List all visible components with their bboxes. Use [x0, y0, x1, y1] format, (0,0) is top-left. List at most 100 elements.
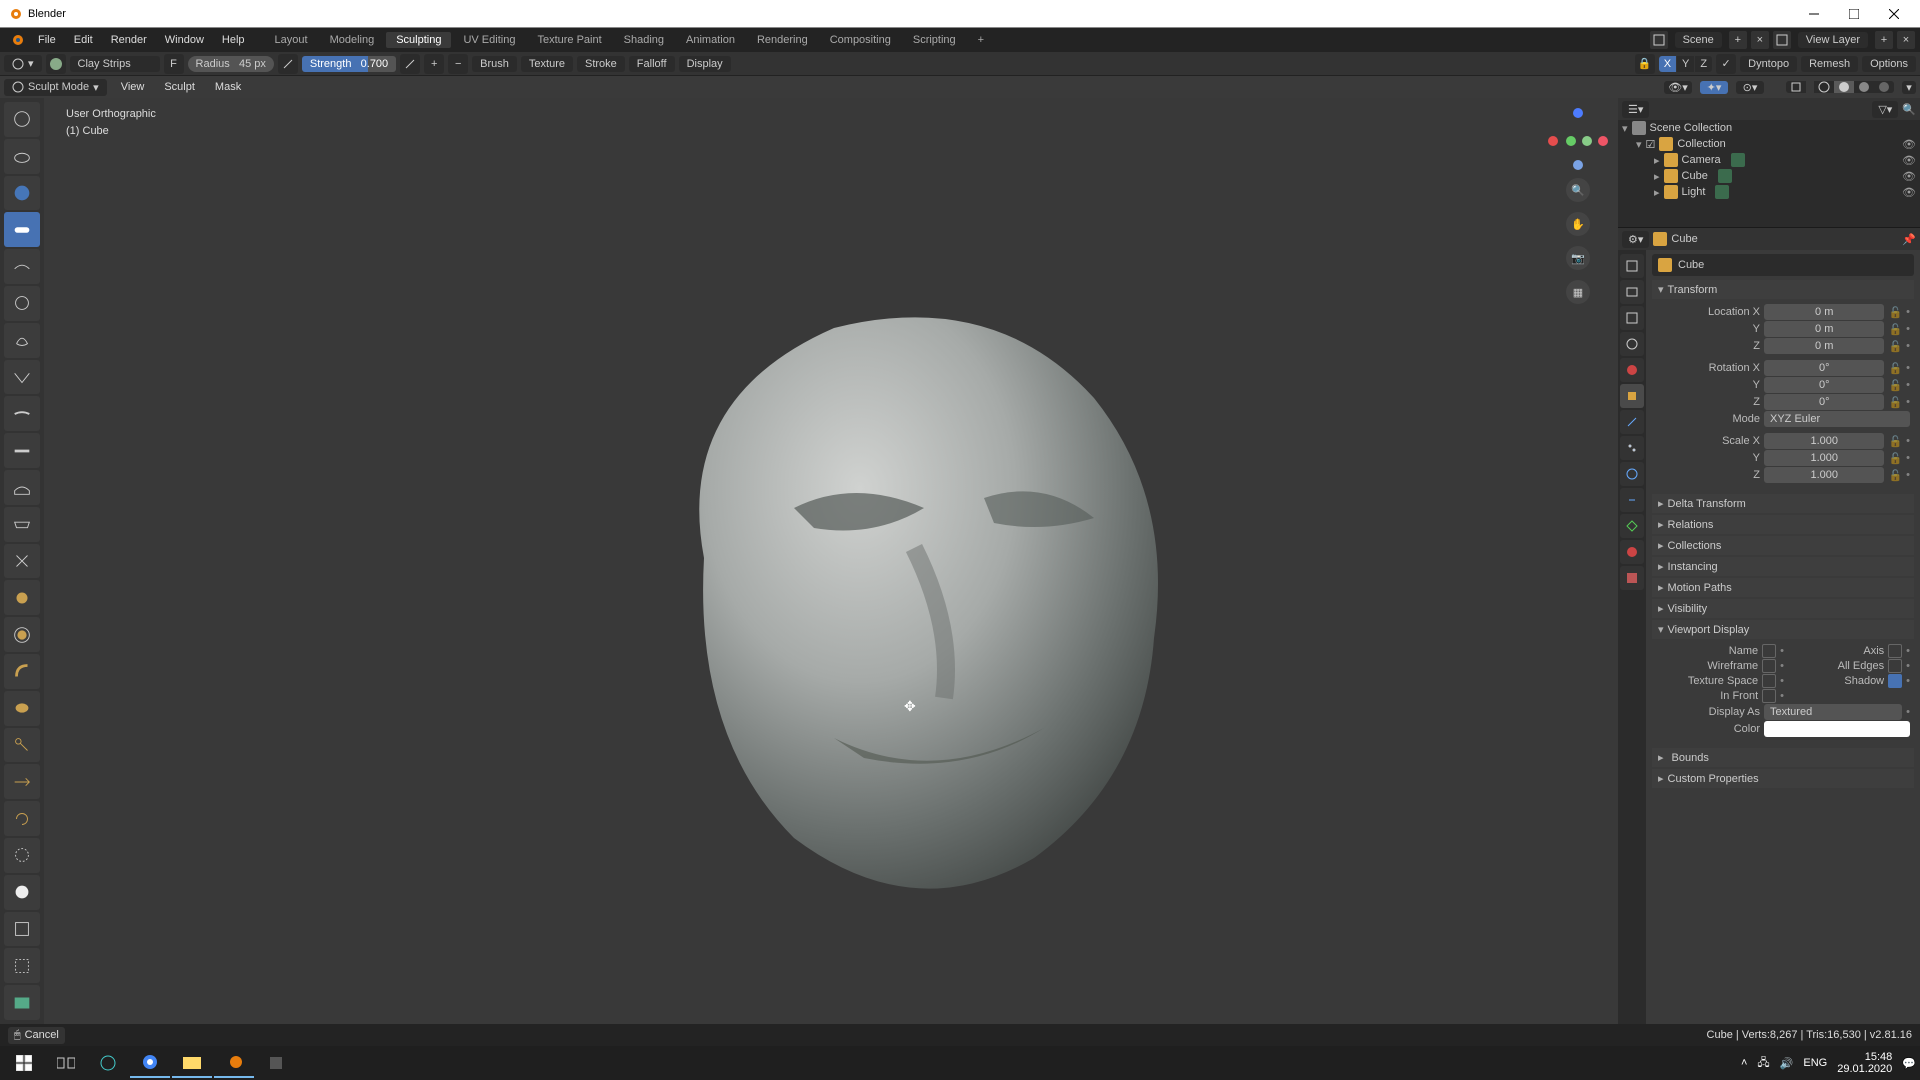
taskbar-edge[interactable]: [88, 1048, 128, 1078]
workspace-uvediting[interactable]: UV Editing: [453, 32, 525, 48]
ptab-mesh[interactable]: [1620, 514, 1644, 538]
location-x-field[interactable]: 0 m: [1764, 304, 1884, 320]
workspace-add[interactable]: +: [968, 32, 994, 48]
tool-box-mask[interactable]: [4, 912, 40, 947]
scale-y-field[interactable]: 1.000: [1764, 450, 1884, 466]
tool-scrape[interactable]: [4, 507, 40, 542]
panel-relations[interactable]: ▸Relations: [1652, 515, 1914, 534]
tray-volume-icon[interactable]: 🔊: [1780, 1057, 1794, 1070]
nav-zoom-icon[interactable]: 🔍: [1566, 178, 1590, 202]
remesh-dropdown[interactable]: Remesh: [1801, 56, 1858, 72]
options-dropdown[interactable]: Options: [1862, 56, 1916, 72]
outliner-scene-collection[interactable]: ▾Scene Collection: [1618, 120, 1920, 136]
rotation-mode-field[interactable]: XYZ Euler: [1764, 411, 1910, 427]
gizmo-x-neg-icon[interactable]: [1548, 136, 1558, 146]
rotation-x-field[interactable]: 0°: [1764, 360, 1884, 376]
vd-wireframe-checkbox[interactable]: [1762, 659, 1776, 673]
panel-delta-transform[interactable]: ▸Delta Transform: [1652, 494, 1914, 513]
workspace-modeling[interactable]: Modeling: [320, 32, 385, 48]
tool-mesh-filter[interactable]: [4, 985, 40, 1020]
outliner-item-light[interactable]: ▸Light👁: [1618, 184, 1920, 200]
taskbar-chrome[interactable]: [130, 1048, 170, 1078]
panel-motion-paths[interactable]: ▸Motion Paths: [1652, 578, 1914, 597]
radius-pressure-icon[interactable]: [278, 54, 298, 74]
lock-icon[interactable]: 🔓: [1888, 396, 1902, 409]
ptab-physics[interactable]: [1620, 462, 1644, 486]
brush-preview-icon[interactable]: [46, 54, 66, 74]
panel-custom-properties[interactable]: ▸Custom Properties: [1652, 769, 1914, 788]
taskbar-blender[interactable]: [214, 1048, 254, 1078]
workspace-shading[interactable]: Shading: [614, 32, 674, 48]
ptab-object[interactable]: [1620, 384, 1644, 408]
ptab-modifiers[interactable]: [1620, 410, 1644, 434]
maximize-button[interactable]: [1834, 0, 1874, 28]
panel-bounds[interactable]: ▸Bounds: [1652, 748, 1914, 767]
ptab-viewlayer[interactable]: [1620, 306, 1644, 330]
tool-elastic[interactable]: [4, 617, 40, 652]
nav-camera-icon[interactable]: 📷: [1566, 246, 1590, 270]
lock-icon[interactable]: 🔓: [1888, 469, 1902, 482]
xray-toggle-icon[interactable]: [1786, 81, 1806, 93]
nav-gizmo[interactable]: [1548, 108, 1608, 168]
nav-pan-icon[interactable]: ✋: [1566, 212, 1590, 236]
radius-slider[interactable]: Radius 45 px: [188, 56, 274, 72]
ptab-render[interactable]: [1620, 254, 1644, 278]
mirror-axis-toggle[interactable]: X Y Z: [1659, 56, 1712, 72]
gizmo-z-neg-icon[interactable]: [1573, 160, 1583, 170]
eye-icon[interactable]: 👁: [1902, 186, 1916, 199]
cancel-button[interactable]: 🖱Cancel: [8, 1027, 65, 1044]
falloff-menu[interactable]: Falloff: [629, 56, 675, 72]
object-name-field[interactable]: Cube: [1652, 254, 1914, 276]
mirror-check-icon[interactable]: ✓: [1716, 54, 1736, 74]
gizmo-z-icon[interactable]: [1573, 108, 1583, 118]
shading-options-dropdown[interactable]: ▾: [1902, 81, 1916, 94]
texture-menu[interactable]: Texture: [521, 56, 573, 72]
tool-crease[interactable]: [4, 360, 40, 395]
vd-displayas-field[interactable]: Textured: [1764, 704, 1902, 720]
viewlayer-browse-icon[interactable]: [1773, 31, 1791, 49]
tool-grab[interactable]: [4, 580, 40, 615]
3d-viewport[interactable]: User Orthographic (1) Cube ✥: [44, 98, 1618, 1024]
vd-name-checkbox[interactable]: [1762, 644, 1776, 658]
tool-rotate[interactable]: [4, 801, 40, 836]
tool-pose[interactable]: [4, 728, 40, 763]
gizmo-x-icon[interactable]: [1598, 136, 1608, 146]
eye-icon[interactable]: 👁: [1902, 170, 1916, 183]
taskbar-app[interactable]: [256, 1048, 296, 1078]
workspace-layout[interactable]: Layout: [265, 32, 318, 48]
ptab-output[interactable]: [1620, 280, 1644, 304]
panel-viewport-display-header[interactable]: ▾Viewport Display: [1652, 620, 1914, 639]
strength-slider[interactable]: Strength 0.700: [302, 56, 396, 72]
brush-fake-user-icon[interactable]: F: [164, 54, 184, 74]
tool-clay-strips[interactable]: [4, 212, 40, 247]
panel-instancing[interactable]: ▸Instancing: [1652, 557, 1914, 576]
tool-snake-hook[interactable]: [4, 654, 40, 689]
taskbar-explorer[interactable]: [172, 1048, 212, 1078]
shading-lookdev-icon[interactable]: [1854, 81, 1874, 93]
vd-shadow-checkbox[interactable]: [1888, 674, 1902, 688]
nav-ortho-icon[interactable]: ▦: [1566, 280, 1590, 304]
workspace-compositing[interactable]: Compositing: [820, 32, 901, 48]
tray-lang[interactable]: ENG: [1803, 1057, 1827, 1069]
outliner-search-icon[interactable]: 🔍: [1902, 103, 1916, 116]
eye-icon[interactable]: 👁: [1902, 154, 1916, 167]
tray-network-icon[interactable]: 🖧: [1757, 1054, 1769, 1073]
outliner-editor-dropdown[interactable]: ☰▾: [1622, 101, 1649, 118]
workspace-rendering[interactable]: Rendering: [747, 32, 818, 48]
menu-edit[interactable]: Edit: [66, 32, 101, 48]
eye-icon[interactable]: 👁: [1902, 138, 1916, 151]
lock-icon[interactable]: 🔓: [1888, 435, 1902, 448]
vd-infront-checkbox[interactable]: [1762, 689, 1776, 703]
viewlayer-new-icon[interactable]: +: [1875, 31, 1893, 49]
viewlayer-name-field[interactable]: View Layer: [1798, 32, 1868, 48]
vd-axis-checkbox[interactable]: [1888, 644, 1902, 658]
tool-smooth[interactable]: [4, 396, 40, 431]
scene-browse-icon[interactable]: [1650, 31, 1668, 49]
close-button[interactable]: [1874, 0, 1914, 28]
taskview-button[interactable]: [46, 1048, 86, 1078]
gizmo-toggle-icon[interactable]: ✦▾: [1700, 81, 1728, 94]
editor-type-dropdown[interactable]: ▾: [4, 55, 42, 72]
display-menu[interactable]: Display: [679, 56, 731, 72]
scene-new-icon[interactable]: +: [1729, 31, 1747, 49]
outliner-filter-icon[interactable]: ▽▾: [1872, 101, 1898, 118]
